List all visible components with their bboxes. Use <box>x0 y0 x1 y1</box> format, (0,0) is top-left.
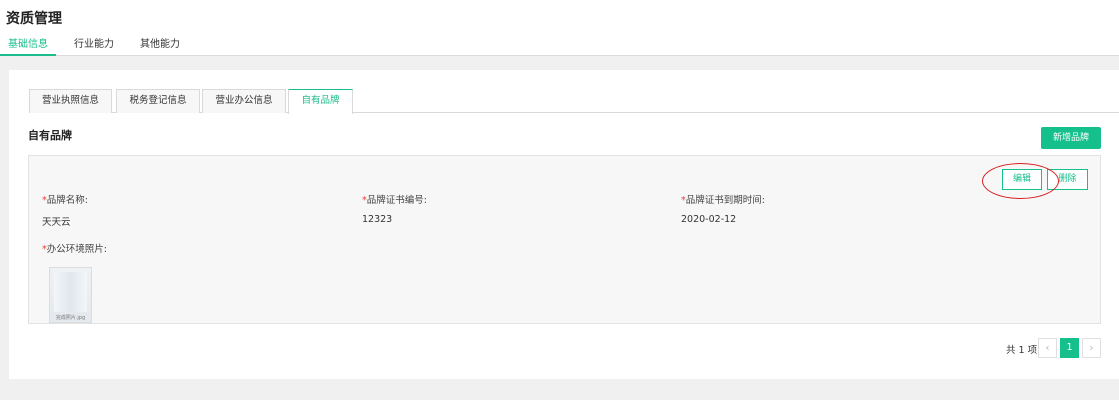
tab-business-office[interactable]: 营业办公信息 <box>202 89 286 113</box>
page-header: 资质管理 基础信息 行业能力 其他能力 <box>0 0 1119 56</box>
photo-caption: 完成照片.jpg <box>55 315 86 321</box>
tab-tax-registration[interactable]: 税务登记信息 <box>116 89 200 113</box>
tab-business-license[interactable]: 营业执照信息 <box>29 89 112 113</box>
photo-image <box>54 272 87 312</box>
office-photo-label: *办公环境照片: <box>42 241 107 255</box>
top-tabs: 基础信息 行业能力 其他能力 <box>0 38 188 56</box>
tab-basic-info[interactable]: 基础信息 <box>0 38 56 56</box>
field-label: 品牌名称: <box>46 195 88 206</box>
field-label: 品牌证书编号: <box>366 195 427 206</box>
brand-name-value: 天天云 <box>42 217 71 228</box>
field-label: 品牌证书到期时间: <box>685 195 765 206</box>
cert-number-label: *品牌证书编号: <box>362 192 427 206</box>
field-label: 办公环境照片: <box>46 244 107 255</box>
tab-own-brand[interactable]: 自有品牌 <box>288 89 353 114</box>
add-brand-button[interactable]: 新增品牌 <box>1041 127 1101 149</box>
tab-other-capability[interactable]: 其他能力 <box>132 38 188 56</box>
cert-expiry-value: 2020-02-12 <box>681 214 737 225</box>
cert-number-value: 12323 <box>362 214 393 225</box>
office-photo-thumbnail[interactable]: 完成照片.jpg <box>49 267 92 323</box>
prev-page-button[interactable]: ‹ <box>1038 338 1057 358</box>
page-1-button[interactable]: 1 <box>1060 338 1079 358</box>
edit-button[interactable]: 编辑 <box>1002 169 1042 190</box>
brand-record: 编辑 删除 *品牌名称: 天天云 *品牌证书编号: 12323 *品牌证书到期时… <box>28 155 1101 324</box>
brand-name-label: *品牌名称: <box>42 192 88 206</box>
pagination-total: 共 1 项 <box>1006 345 1038 356</box>
next-page-button[interactable]: › <box>1082 338 1101 358</box>
cert-expiry-label: *品牌证书到期时间: <box>681 192 765 206</box>
delete-button[interactable]: 删除 <box>1047 169 1088 190</box>
section-title: 自有品牌 <box>28 129 72 142</box>
tab-industry-capability[interactable]: 行业能力 <box>66 38 122 56</box>
page-title: 资质管理 <box>6 11 62 27</box>
content-card: 营业执照信息 税务登记信息 营业办公信息 自有品牌 自有品牌 新增品牌 编辑 删… <box>9 70 1119 379</box>
sub-tabs: 营业执照信息 税务登记信息 营业办公信息 自有品牌 <box>29 89 1119 114</box>
